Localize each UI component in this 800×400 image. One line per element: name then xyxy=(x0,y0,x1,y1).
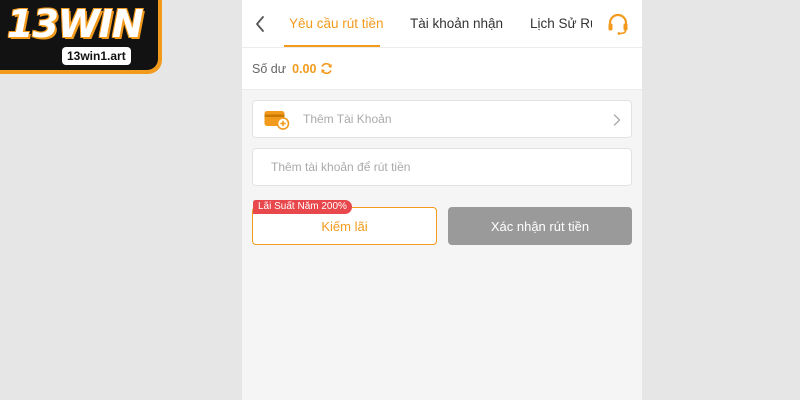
withdraw-panel: Yêu cầu rút tiền Tài khoản nhận Lịch Sử … xyxy=(242,0,642,400)
brand-url-badge: 13win1.art xyxy=(62,47,131,65)
withdraw-account-input[interactable] xyxy=(252,148,632,186)
support-button[interactable] xyxy=(606,12,630,36)
tab-withdraw-request[interactable]: Yêu cầu rút tiền xyxy=(289,0,384,48)
add-account-label: Thêm Tài Khoản xyxy=(303,112,392,126)
chevron-left-icon xyxy=(256,16,264,32)
active-tab-indicator xyxy=(284,45,380,47)
refresh-icon[interactable] xyxy=(320,62,333,75)
back-button[interactable] xyxy=(250,12,270,36)
confirm-withdraw-button[interactable]: Xác nhận rút tiền xyxy=(448,207,632,245)
brand-logo: 13WIN 13win1.art xyxy=(0,0,162,74)
tab-receiving-account[interactable]: Tài khoản nhận xyxy=(410,0,503,48)
balance-label: Số dư xyxy=(252,61,287,76)
header-bar: Yêu cầu rút tiền Tài khoản nhận Lịch Sử … xyxy=(242,0,642,48)
headset-icon xyxy=(608,13,628,35)
balance-value: 0.00 xyxy=(292,61,317,76)
brand-logo-inner: 13WIN 13win1.art xyxy=(0,0,158,70)
interest-rate-badge: Lãi Suất Năm 200% xyxy=(253,200,352,214)
tab-withdraw-history[interactable]: Lịch Sử Rú xyxy=(530,0,592,48)
add-account-row[interactable]: Thêm Tài Khoản xyxy=(252,100,632,138)
chevron-right-icon xyxy=(613,113,621,126)
balance-row: Số dư 0.00 xyxy=(242,48,642,90)
brand-wordmark: 13WIN xyxy=(7,2,144,46)
wallet-add-icon xyxy=(264,109,290,130)
